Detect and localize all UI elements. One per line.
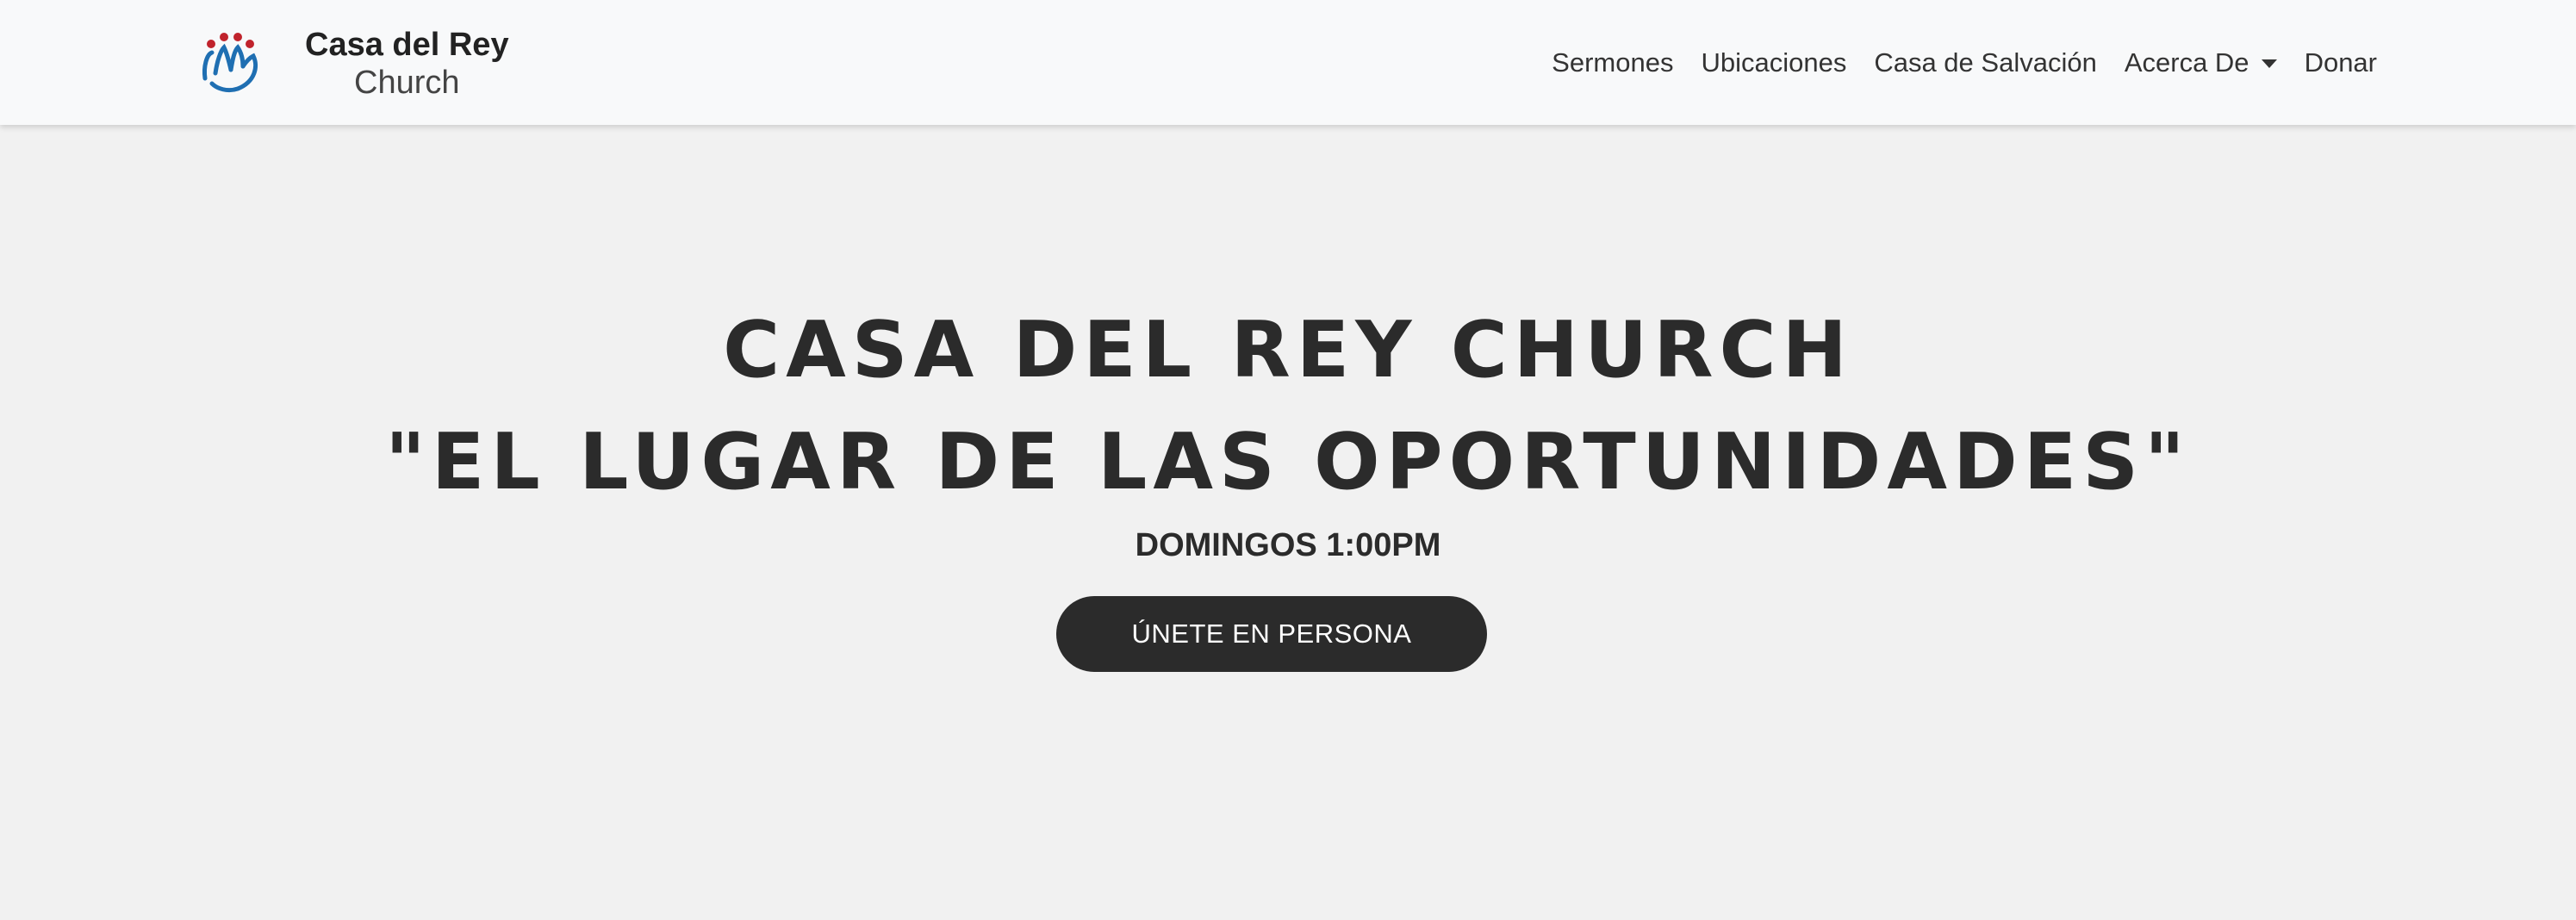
- nav-item-sermones[interactable]: Sermones: [1538, 47, 1687, 78]
- nav-item-ubicaciones[interactable]: Ubicaciones: [1687, 47, 1860, 78]
- navbar: Casa del Rey Church Sermones Ubicaciones…: [0, 0, 2576, 125]
- nav-item-acerca-de-label: Acerca De: [2124, 47, 2249, 78]
- brand-text: Casa del Rey Church: [305, 27, 509, 102]
- main-nav: Sermones Ubicaciones Casa de Salvación A…: [1538, 0, 2391, 125]
- church-people-logo-icon: [202, 33, 258, 93]
- brand-subname: Church: [354, 65, 460, 101]
- hero-tagline: "EL LUGAR DE LAS OPORTUNIDADES": [385, 417, 2191, 507]
- nav-item-casa-de-salvacion[interactable]: Casa de Salvación: [1860, 47, 2111, 78]
- hero-section: CASA DEL REY CHURCH "EL LUGAR DE LAS OPO…: [0, 125, 2576, 920]
- caret-down-icon: [2261, 59, 2277, 68]
- hero-title: CASA DEL REY CHURCH: [723, 305, 1853, 395]
- nav-item-acerca-de-dropdown[interactable]: Acerca De: [2111, 47, 2291, 78]
- join-in-person-button[interactable]: ÚNETE EN PERSONA: [1056, 596, 1487, 672]
- service-time: DOMINGOS 1:00PM: [1135, 527, 1441, 563]
- nav-item-donar[interactable]: Donar: [2291, 47, 2391, 78]
- brand-name: Casa del Rey: [305, 27, 509, 64]
- brand-link[interactable]: Casa del Rey Church: [198, 17, 509, 112]
